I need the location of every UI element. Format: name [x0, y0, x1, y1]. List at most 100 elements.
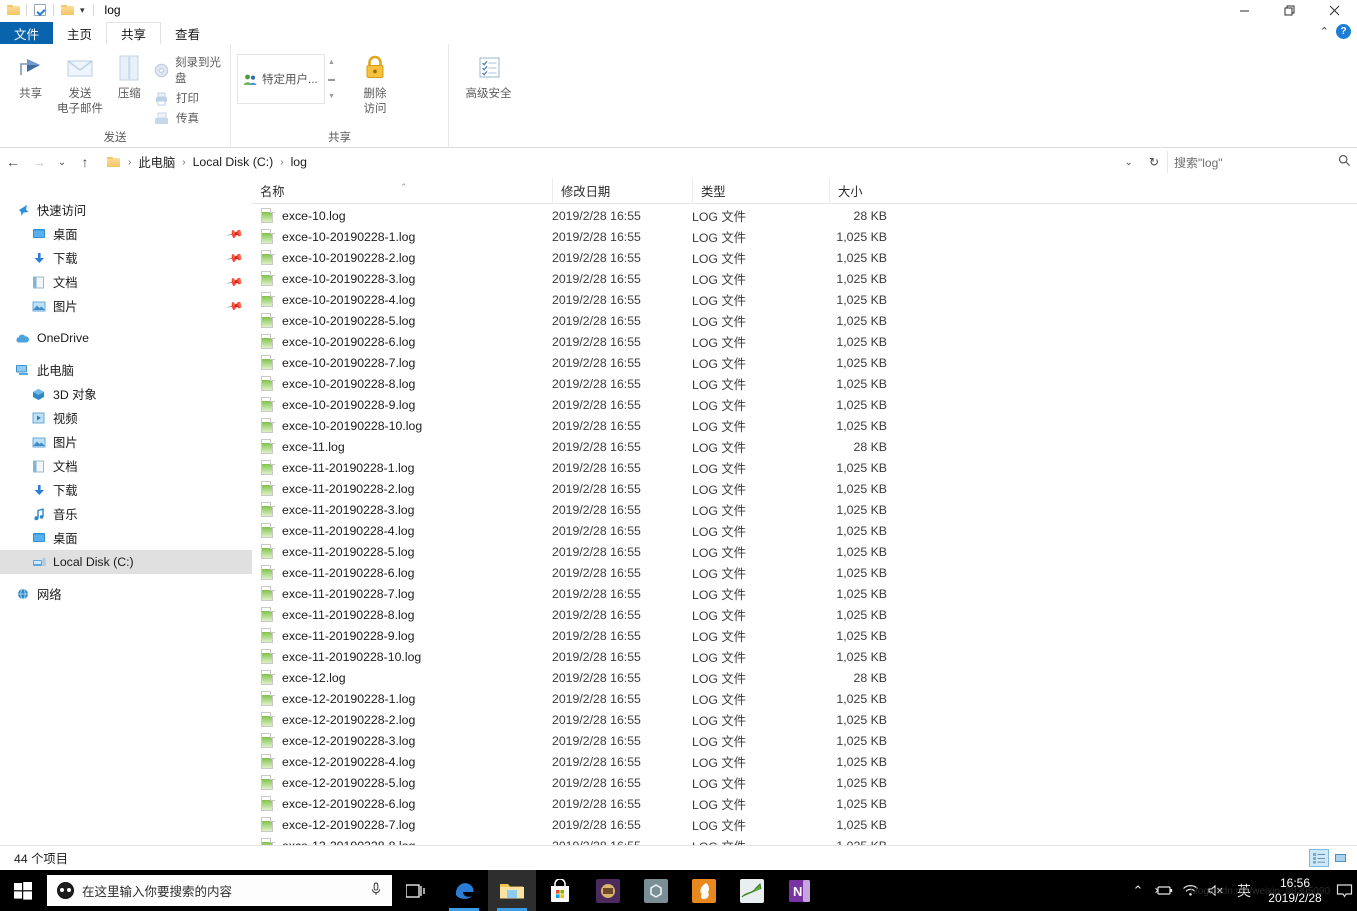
table-row[interactable]: exce-12-20190228-1.log 2019/2/28 16:55 LOG… [252, 688, 1357, 709]
sidebar-item-3d-objects[interactable]: 3D 对象 [0, 382, 252, 406]
windows-start-icon[interactable] [0, 870, 46, 911]
advanced-security-button[interactable]: 高级安全 [455, 48, 522, 102]
details-view-icon[interactable] [1309, 849, 1329, 867]
sidebar-item-onedrive[interactable]: OneDrive [0, 326, 252, 350]
file-name-cell[interactable]: exce-10-20190228-10.log [252, 418, 552, 433]
notification-icon[interactable] [1331, 870, 1357, 911]
back-button[interactable]: ← [0, 150, 26, 174]
pin-icon[interactable]: 📌 [226, 249, 245, 268]
file-list-pane[interactable]: 名称 修改日期 类型 大小 ⌃ exce-10.log 2019/2/28 16:… [252, 177, 1357, 850]
scroll-up-icon[interactable]: ▲ [326, 54, 337, 70]
share-with-list[interactable]: 特定用户... [237, 54, 325, 104]
file-name-cell[interactable]: exce-11.log [252, 439, 552, 454]
help-icon[interactable]: ? [1336, 24, 1351, 39]
table-row[interactable]: exce-10-20190228-7.log 2019/2/28 16:55 LOG… [252, 352, 1357, 373]
file-name-cell[interactable]: exce-11-20190228-8.log [252, 607, 552, 622]
breadcrumb-item-log[interactable]: log [289, 155, 309, 169]
table-row[interactable]: exce-12-20190228-3.log 2019/2/28 16:55 LOG… [252, 730, 1357, 751]
file-name-cell[interactable]: exce-11-20190228-4.log [252, 523, 552, 538]
file-name-cell[interactable]: exce-12-20190228-4.log [252, 754, 552, 769]
file-name-cell[interactable]: exce-10-20190228-7.log [252, 355, 552, 370]
search-input[interactable]: 搜索"log" [1167, 151, 1357, 173]
file-name-cell[interactable]: exce-11-20190228-9.log [252, 628, 552, 643]
column-date[interactable]: 修改日期 [552, 177, 692, 204]
navigation-pane[interactable]: 快速访问 桌面 📌 下载 📌 文档 📌 图片 📌 OneDrive 此电脑 3D… [0, 178, 252, 850]
task-view-icon[interactable] [392, 870, 440, 911]
properties-icon[interactable] [32, 2, 48, 18]
table-row[interactable]: exce-12-20190228-4.log 2019/2/28 16:55 LOG… [252, 751, 1357, 772]
sidebar-item-pictures-pc[interactable]: 图片 [0, 430, 252, 454]
fax-button[interactable]: 传真 [154, 110, 224, 126]
zip-button[interactable]: 压缩 [105, 48, 154, 102]
show-hidden-icons-chevron-up-icon[interactable]: ⌃ [1125, 870, 1151, 911]
remove-access-button[interactable]: 删除 访问 [347, 48, 403, 117]
sidebar-item-network[interactable]: 网络 [0, 582, 252, 606]
file-name-cell[interactable]: exce-10.log [252, 208, 552, 223]
file-name-cell[interactable]: exce-10-20190228-5.log [252, 313, 552, 328]
print-button[interactable]: 打印 [154, 90, 224, 106]
file-name-cell[interactable]: exce-11-20190228-1.log [252, 460, 552, 475]
table-row[interactable]: exce-10-20190228-4.log 2019/2/28 16:55 LOG… [252, 289, 1357, 310]
sidebar-item-music[interactable]: 音乐 [0, 502, 252, 526]
pin-icon[interactable]: 📌 [226, 297, 245, 316]
file-name-cell[interactable]: exce-12-20190228-7.log [252, 817, 552, 832]
table-row[interactable]: exce-11-20190228-5.log 2019/2/28 16:55 LOG… [252, 541, 1357, 562]
column-type[interactable]: 类型 [692, 177, 829, 204]
restore-button[interactable] [1267, 0, 1312, 20]
sidebar-item-documents[interactable]: 文档 📌 [0, 270, 252, 294]
breadcrumb-item-local-disk[interactable]: Local Disk (C:) [191, 155, 276, 169]
tab-file[interactable]: 文件 [0, 22, 54, 44]
folder-icon[interactable] [5, 2, 21, 18]
table-row[interactable]: exce-11-20190228-6.log 2019/2/28 16:55 LOG… [252, 562, 1357, 583]
file-name-cell[interactable]: exce-10-20190228-2.log [252, 250, 552, 265]
table-row[interactable]: exce-10-20190228-1.log 2019/2/28 16:55 LOG… [252, 226, 1357, 247]
table-row[interactable]: exce-11-20190228-7.log 2019/2/28 16:55 LOG… [252, 583, 1357, 604]
clock[interactable]: 16:56 2019/2/28 [1259, 876, 1331, 906]
table-row[interactable]: exce-10-20190228-10.log 2019/2/28 16:55 LO… [252, 415, 1357, 436]
table-row[interactable]: exce-11-20190228-1.log 2019/2/28 16:55 LOG… [252, 457, 1357, 478]
sidebar-item-videos[interactable]: 视频 [0, 406, 252, 430]
pin-icon[interactable]: 📌 [226, 273, 245, 292]
table-row[interactable]: exce-12-20190228-7.log 2019/2/28 16:55 LOG… [252, 814, 1357, 835]
address-history-chevron-down-icon[interactable]: ⌄ [1117, 157, 1141, 168]
onenote-icon[interactable]: N [776, 870, 824, 911]
minimize-button[interactable] [1222, 0, 1267, 20]
table-row[interactable]: exce-10-20190228-2.log 2019/2/28 16:55 LOG… [252, 247, 1357, 268]
large-icons-view-icon[interactable] [1331, 849, 1351, 867]
file-name-cell[interactable]: exce-12-20190228-3.log [252, 733, 552, 748]
file-name-cell[interactable]: exce-10-20190228-9.log [252, 397, 552, 412]
sidebar-item-quick-access[interactable]: 快速访问 [0, 198, 252, 222]
share-button[interactable]: 共享 [6, 48, 55, 102]
file-rows[interactable]: exce-10.log 2019/2/28 16:55 LOG 文件 28 KB exc… [252, 205, 1357, 850]
volume-mute-icon[interactable] [1203, 870, 1229, 911]
sidebar-item-downloads-pc[interactable]: 下载 [0, 478, 252, 502]
table-row[interactable]: exce-12.log 2019/2/28 16:55 LOG 文件 28 KB [252, 667, 1357, 688]
file-name-cell[interactable]: exce-12-20190228-2.log [252, 712, 552, 727]
microsoft-store-icon[interactable] [536, 870, 584, 911]
new-folder-icon[interactable] [59, 2, 75, 18]
hexagon-app-icon[interactable] [632, 870, 680, 911]
table-row[interactable]: exce-11-20190228-10.log 2019/2/28 16:55 LO… [252, 646, 1357, 667]
file-name-cell[interactable]: exce-12-20190228-1.log [252, 691, 552, 706]
table-row[interactable]: exce-12-20190228-5.log 2019/2/28 16:55 LOG… [252, 772, 1357, 793]
table-row[interactable]: exce-11.log 2019/2/28 16:55 LOG 文件 28 KB [252, 436, 1357, 457]
file-name-cell[interactable]: exce-12-20190228-5.log [252, 775, 552, 790]
pin-icon[interactable]: 📌 [226, 225, 245, 244]
table-row[interactable]: exce-10-20190228-6.log 2019/2/28 16:55 LOG… [252, 331, 1357, 352]
chevron-down-icon[interactable]: ▾ [77, 5, 88, 16]
search-icon[interactable] [1338, 154, 1351, 170]
edge-icon[interactable] [440, 870, 488, 911]
table-row[interactable]: exce-10.log 2019/2/28 16:55 LOG 文件 28 KB [252, 205, 1357, 226]
table-row[interactable]: exce-10-20190228-3.log 2019/2/28 16:55 LOG… [252, 268, 1357, 289]
sidebar-item-desktop[interactable]: 桌面 📌 [0, 222, 252, 246]
file-name-cell[interactable]: exce-12-20190228-6.log [252, 796, 552, 811]
file-name-cell[interactable]: exce-10-20190228-8.log [252, 376, 552, 391]
up-button[interactable]: ↑ [72, 150, 98, 174]
scroll-down-icon[interactable]: ▼ [326, 88, 337, 104]
file-name-cell[interactable]: exce-11-20190228-6.log [252, 565, 552, 580]
breadcrumb[interactable]: › 此电脑 › Local Disk (C:) › log [100, 151, 1117, 173]
game-icon[interactable] [584, 870, 632, 911]
file-name-cell[interactable]: exce-10-20190228-1.log [252, 229, 552, 244]
forward-button[interactable]: → [26, 150, 52, 174]
file-name-cell[interactable]: exce-10-20190228-6.log [252, 334, 552, 349]
